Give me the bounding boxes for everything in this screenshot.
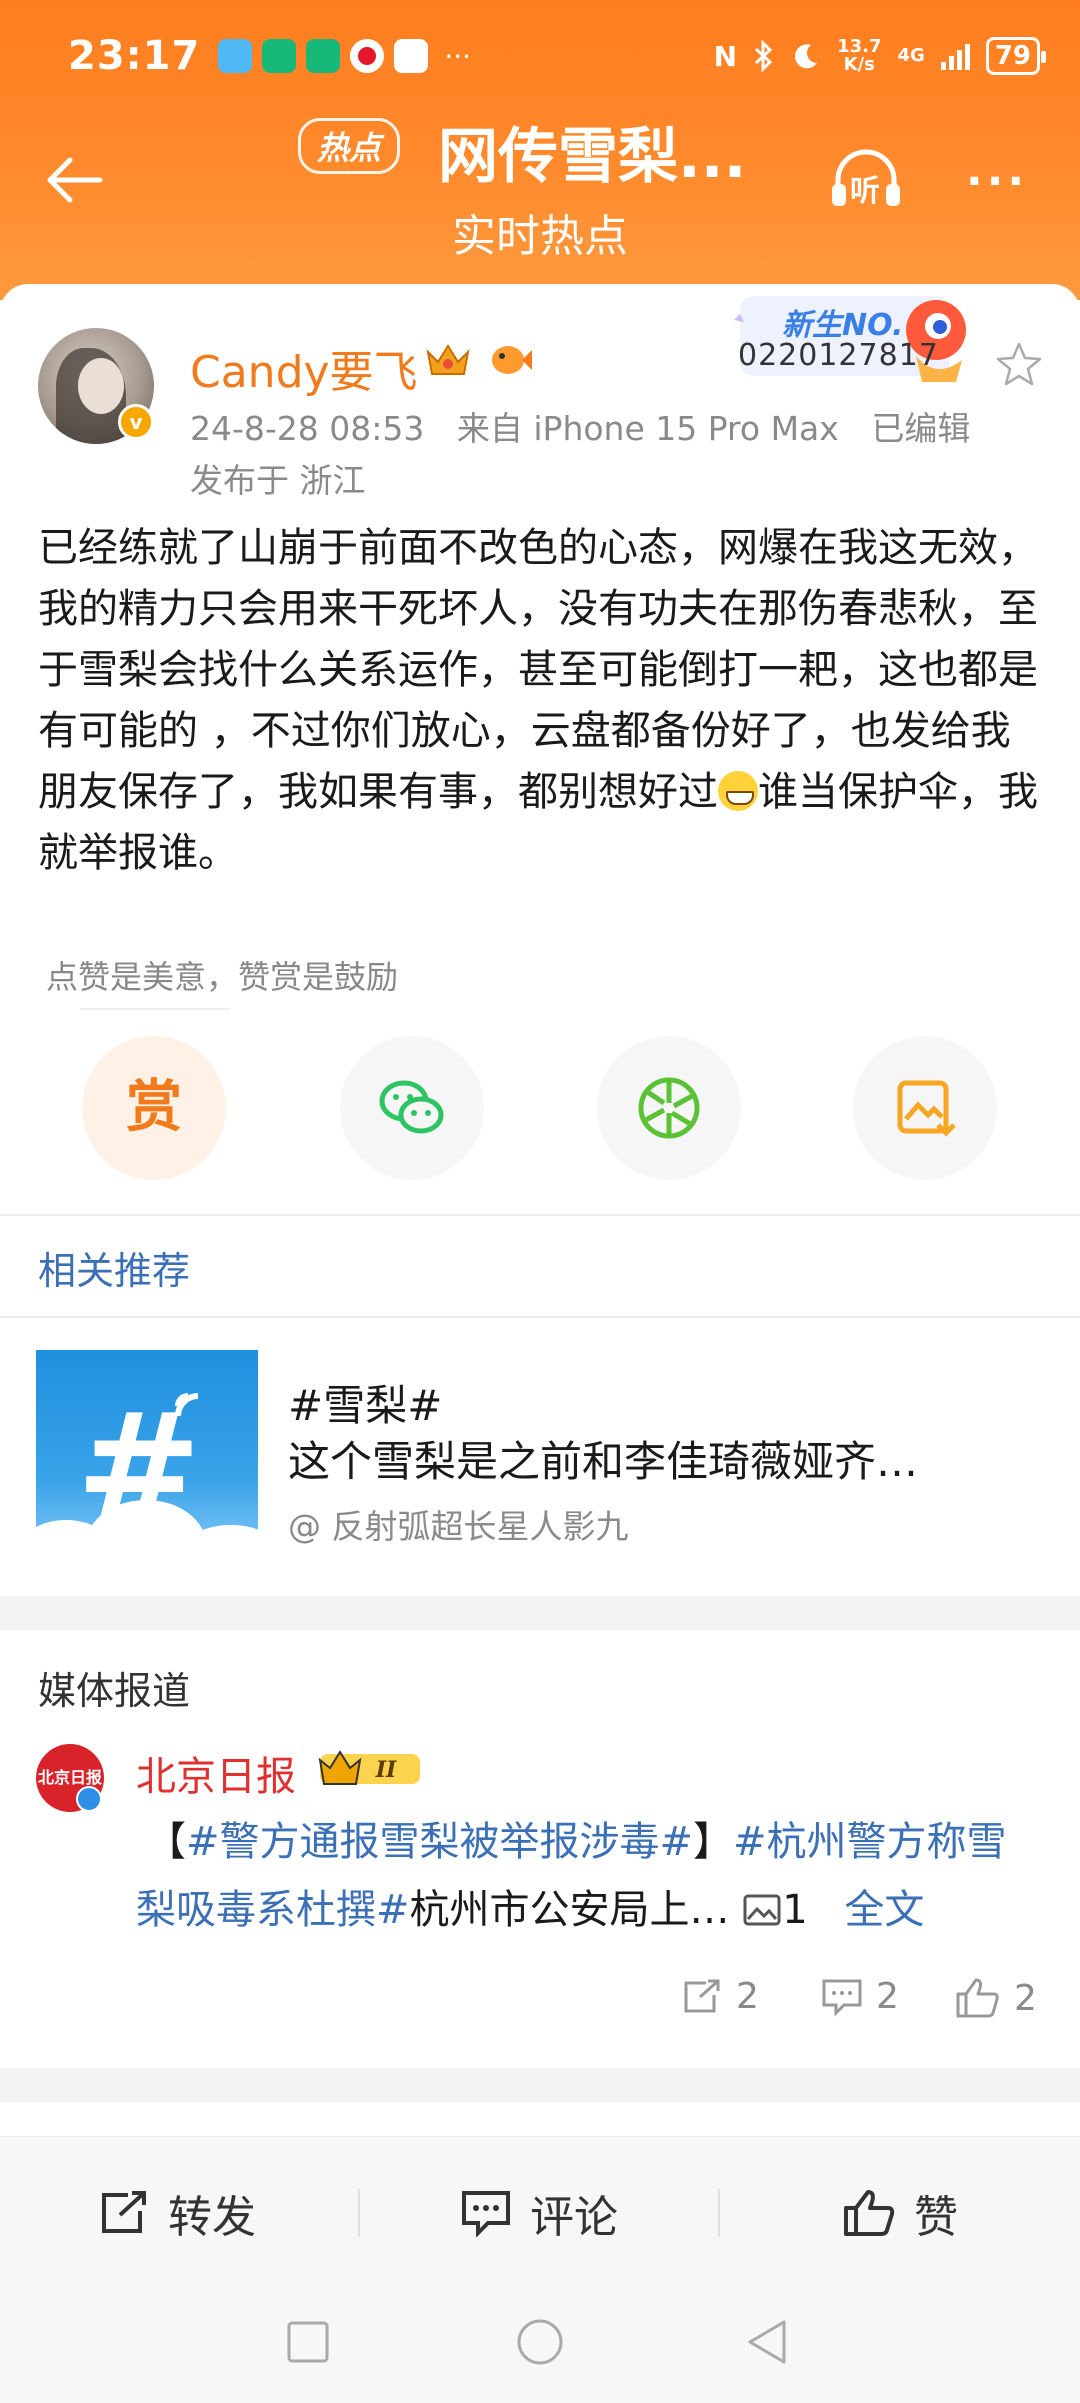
- listen-button[interactable]: 听: [826, 140, 906, 220]
- app-notification-icon: [394, 39, 429, 73]
- header: 23:17 ··· N 13.7 K/s 4G 79 热点 网传雪梨... 实时…: [0, 0, 1080, 300]
- save-image-button[interactable]: [853, 1036, 997, 1180]
- page-subtitle: 实时热点: [452, 211, 628, 262]
- verified-badge-icon: v: [118, 404, 154, 440]
- verified-badge-icon: [76, 1786, 102, 1812]
- grin-emoji-icon: [718, 771, 758, 811]
- clock: 23:17: [68, 33, 201, 79]
- full-text-link[interactable]: 全文: [844, 1887, 924, 1933]
- reward-hint: 点赞是美意，赞赏是鼓励: [46, 958, 399, 996]
- related-tag[interactable]: #雪梨#: [288, 1372, 442, 1433]
- username[interactable]: Candy要飞: [190, 336, 418, 400]
- like-label: 赞: [914, 2192, 958, 2243]
- signal-waves-icon: [175, 1393, 199, 1417]
- signal-icon: [940, 42, 970, 70]
- post-meta: 24-8-28 08:53 来自 iPhone 15 Pro Max 已编辑: [190, 402, 992, 450]
- net-speed-unit: K/s: [843, 54, 875, 75]
- home-circle-icon[interactable]: [516, 2318, 564, 2366]
- top-nav: 热点 网传雪梨... 实时热点 听 ···: [0, 100, 1080, 262]
- favorite-star-icon[interactable]: [994, 340, 1044, 390]
- media-snippet: 杭州市公安局上…: [409, 1887, 730, 1933]
- app-notification-icon: [218, 39, 253, 73]
- image-count: 1: [782, 1887, 808, 1933]
- system-navigation-bar: [0, 2284, 1080, 2403]
- repost-label: 转发: [168, 2192, 256, 2243]
- section-gap: [0, 2068, 1080, 2102]
- outlet-name[interactable]: 北京日报: [136, 1744, 296, 1802]
- app-notification-icon: [262, 39, 297, 73]
- comment-count: 2: [876, 1976, 899, 2017]
- related-source[interactable]: @ 反射弧超长星人影九: [288, 1500, 629, 1548]
- nfc-icon: N: [713, 39, 738, 73]
- more-menu-button[interactable]: ···: [966, 156, 1028, 207]
- hot-badge: 热点: [298, 118, 401, 174]
- share-wechat-button[interactable]: [340, 1036, 484, 1180]
- thumbs-up-icon: [956, 1978, 999, 2018]
- like-button[interactable]: 赞: [842, 2181, 958, 2245]
- edited-label[interactable]: 已编辑: [871, 409, 970, 448]
- post-text: 已经练就了山崩于前面不改色的心态，网爆在我这无效，我的精力只会用来干死坏人，没有…: [38, 518, 1048, 884]
- wechat-icon: [379, 1080, 444, 1134]
- reward-button[interactable]: 赏: [82, 1036, 226, 1180]
- related-section-title: 相关推荐: [38, 1249, 191, 1293]
- comment-button[interactable]: 评论: [460, 2181, 618, 2245]
- related-text[interactable]: 这个雪梨是之前和李佳琦薇娅齐…: [288, 1428, 1008, 1489]
- media-comment-button[interactable]: 2: [820, 1976, 899, 2017]
- section-gap: [0, 1596, 1080, 1630]
- image-icon: [743, 1894, 781, 1926]
- reward-label: 赏: [126, 1075, 182, 1140]
- divider: [80, 1008, 230, 1010]
- bracket-open: 【: [146, 1819, 186, 1865]
- divider: [0, 1214, 1080, 1216]
- battery-indicator: 79: [985, 37, 1047, 75]
- media-post-text: 【#警方通报雪梨被举报涉毒#】#杭州警方称雪梨吸毒系杜撰#杭州市公安局上… 1 …: [136, 1808, 1042, 1944]
- media-section-title: 媒体报道: [38, 1669, 191, 1713]
- outlet-logo-text: 北京日报: [37, 1768, 102, 1787]
- media-like-button[interactable]: 2: [954, 1976, 1037, 2020]
- repost-count: 2: [736, 1976, 759, 2017]
- comment-icon: [462, 2191, 510, 2237]
- bluetooth-icon: [755, 40, 773, 72]
- save-image-icon: [897, 1080, 956, 1137]
- listen-label: 听: [850, 174, 880, 209]
- repost-icon: [102, 2191, 146, 2233]
- page-title: 网传雪梨...: [438, 122, 747, 192]
- more-notifications-icon: ···: [444, 39, 472, 73]
- newbie-number: 0220127817: [738, 338, 939, 373]
- hashtag-link[interactable]: #警方通报雪梨被举报涉毒#: [186, 1819, 693, 1865]
- media-repost-button[interactable]: 2: [680, 1976, 759, 2017]
- weibo-notification-icon: [350, 39, 385, 73]
- post-source: 来自 iPhone 15 Pro Max: [456, 409, 839, 448]
- notification-icons: ···: [218, 39, 471, 73]
- comment-icon: [822, 1979, 862, 2017]
- rank-badge-label: II: [375, 1757, 397, 1783]
- repost-icon: [684, 1979, 720, 2012]
- divider: [358, 2189, 360, 2237]
- related-thumbnail[interactable]: #: [36, 1350, 258, 1568]
- divider: [718, 2189, 720, 2237]
- repost-button[interactable]: 转发: [98, 2181, 256, 2245]
- divider: [0, 1316, 1080, 1318]
- moments-icon: [638, 1077, 700, 1139]
- recents-square-icon[interactable]: [286, 2320, 330, 2364]
- app-notification-icon: [306, 39, 341, 73]
- crown-icon: [426, 344, 470, 375]
- status-bar: 23:17 ··· N 13.7 K/s 4G 79: [68, 28, 1047, 84]
- like-count: 2: [1014, 1977, 1037, 2019]
- comment-label: 评论: [530, 2192, 618, 2243]
- system-status: N 13.7 K/s 4G 79: [713, 37, 1047, 75]
- network-speed: 13.7 K/s: [837, 38, 881, 74]
- network-type: 4G: [897, 45, 925, 66]
- bottom-toolbar: 转发 评论 赞: [0, 2136, 1080, 2284]
- fish-icon: [492, 346, 532, 374]
- thumbs-up-icon: [844, 2190, 895, 2236]
- moon-icon: [795, 44, 818, 69]
- post-date: 24-8-28 08:53: [190, 409, 425, 448]
- rank-badge: II: [318, 1750, 420, 1785]
- share-moments-button[interactable]: [597, 1036, 741, 1180]
- bracket-close: 】: [693, 1819, 734, 1865]
- post-location: 发布于 浙江: [190, 461, 366, 500]
- back-triangle-icon[interactable]: [744, 2318, 790, 2366]
